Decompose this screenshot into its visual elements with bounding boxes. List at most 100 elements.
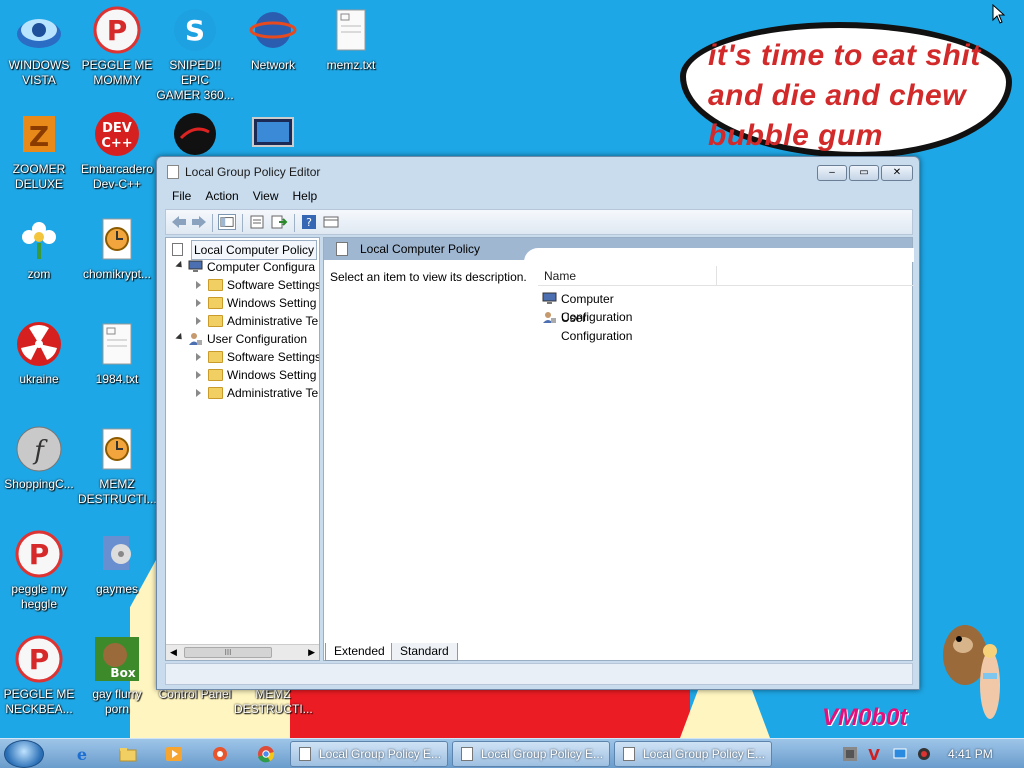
explorer-folder-icon[interactable] [118, 745, 138, 763]
desktop-icon[interactable]: P PEGGLE ME NECKBEA... [0, 635, 78, 717]
desktop-icon[interactable]: Network [234, 6, 312, 73]
devcpp-icon: DEV C++ [93, 110, 141, 158]
collapsed-arrow-icon[interactable] [196, 371, 201, 379]
clock-app-icon [93, 215, 141, 263]
tree-item[interactable]: Local Computer Policy [166, 240, 319, 260]
svg-text:V: V [868, 746, 880, 762]
desktop-icon-label: memz.txt [326, 58, 376, 72]
collapsed-arrow-icon[interactable] [196, 353, 201, 361]
menu-file[interactable]: File [165, 187, 198, 205]
window-app-icon [461, 747, 473, 761]
tree-horizontal-scrollbar[interactable]: ◀ III ▶ [166, 644, 319, 660]
tree-item[interactable]: Windows Setting [166, 366, 319, 384]
back-arrow-icon[interactable] [170, 214, 188, 230]
expanded-arrow-icon[interactable] [175, 332, 185, 343]
column-divider[interactable] [716, 266, 717, 286]
show-hide-tree-icon[interactable] [218, 214, 236, 230]
desktop-icon[interactable]: Box gay flurry porn [78, 635, 156, 717]
desktop-icon-label: peggle my heggle [11, 582, 67, 611]
scroll-thumb[interactable]: III [184, 647, 272, 658]
beaver-box-icon: Box [93, 635, 141, 683]
desktop-icon[interactable]: 1984.txt [78, 320, 156, 387]
taskbar-button-2[interactable]: Local Group Policy E... [452, 741, 610, 767]
tree-item[interactable]: Windows Setting [166, 294, 319, 312]
menu-action[interactable]: Action [198, 187, 245, 205]
flower-icon [15, 215, 63, 263]
window-app-icon [623, 747, 635, 761]
internet-explorer-icon[interactable]: e [72, 745, 92, 763]
tree-item-label: Software Settings [227, 350, 320, 364]
pane-header: Local Computer Policy [324, 238, 914, 262]
svg-text:P: P [29, 643, 50, 676]
tab-extended[interactable]: Extended [325, 643, 394, 661]
column-header[interactable]: Name [538, 266, 914, 286]
maximize-button[interactable]: ▭ [849, 165, 879, 181]
desktop-icon-label: Network [250, 58, 295, 72]
menu-help[interactable]: Help [286, 187, 325, 205]
tab-standard[interactable]: Standard [391, 643, 458, 661]
text-file-icon [93, 320, 141, 368]
desktop-icon[interactable]: P PEGGLE ME MOMMY [78, 6, 156, 88]
start-button[interactable] [4, 740, 44, 768]
desktop-icon[interactable] [234, 110, 312, 162]
desktop-icon[interactable]: chomikrypt... [78, 215, 156, 282]
collapsed-arrow-icon[interactable] [196, 389, 201, 397]
desktop-icon[interactable]: MEMZ DESTRUCTI... [78, 425, 157, 507]
taskbar-button-1[interactable]: Local Group Policy E... [290, 741, 448, 767]
column-name[interactable]: Name [544, 269, 576, 283]
expanded-arrow-icon[interactable] [175, 260, 185, 271]
desktop-icon[interactable]: WINDOWS VISTA [0, 6, 78, 88]
desktop-icon[interactable]: Ppeggle my heggle [0, 530, 78, 612]
peggle-icon: P [93, 6, 141, 54]
tree-item[interactable]: Software Settings [166, 276, 319, 294]
desktop-icon[interactable]: memz.txt [312, 6, 390, 73]
tree-item[interactable]: Administrative Te [166, 312, 319, 330]
tree-item[interactable]: User Configuration [166, 330, 319, 348]
desktop-icon-label: PEGGLE ME NECKBEA... [3, 687, 75, 716]
tree-item-label: Local Computer Policy [191, 240, 318, 260]
clock[interactable]: 4:41 PM [948, 747, 993, 761]
desktop-icon[interactable]: ukraine [0, 320, 78, 387]
desktop-icon-label: gay flurry porn [92, 687, 142, 716]
antivirus-icon[interactable]: V [866, 746, 882, 762]
tree-item[interactable]: Software Settings [166, 348, 319, 366]
radiation-icon [15, 320, 63, 368]
details-pane: Local Computer Policy Select an item to … [323, 237, 914, 661]
desktop-icon-label: ukraine [19, 372, 59, 386]
export-list-icon[interactable] [270, 214, 288, 230]
help-icon[interactable]: ? [300, 214, 318, 230]
desktop-icon[interactable] [156, 110, 234, 162]
scroll-left-arrow-icon[interactable]: ◀ [170, 647, 177, 658]
desktop-icon[interactable]: DEV C++ Embarcadero Dev-C++ [78, 110, 156, 192]
volume-icon[interactable] [916, 746, 932, 762]
desktop-icon[interactable]: S SNIPED!! EPIC GAMER 360... [156, 6, 234, 103]
title-bar[interactable]: Local Group Policy Editor – ▭ ✕ [157, 157, 919, 187]
taskbar-button-label: Local Group Policy E... [319, 747, 442, 761]
media-player-icon[interactable] [164, 745, 184, 763]
collapsed-arrow-icon[interactable] [196, 281, 201, 289]
window-app-icon [167, 165, 179, 179]
collapsed-arrow-icon[interactable] [196, 317, 201, 325]
collapsed-arrow-icon[interactable] [196, 299, 201, 307]
desktop-icon[interactable]: zom [0, 215, 78, 282]
network-tray-icon[interactable] [892, 746, 908, 762]
desktop-icon[interactable]: Z ZOOMER DELUXE [0, 110, 78, 192]
tree-item[interactable]: Administrative Te [166, 384, 319, 402]
folder-media-icon [93, 530, 141, 578]
forward-arrow-icon[interactable] [190, 214, 208, 230]
chrome-icon[interactable] [256, 745, 276, 763]
scroll-right-arrow-icon[interactable]: ▶ [308, 647, 315, 658]
desktop-icon[interactable]: gaymes [78, 530, 156, 597]
view-icon[interactable] [322, 214, 340, 230]
computer-config-icon [542, 292, 557, 304]
menu-view[interactable]: View [246, 187, 286, 205]
app-shortcut-icon[interactable] [210, 745, 230, 763]
taskbar-button-3[interactable]: Local Group Policy E... [614, 741, 772, 767]
tray-app-icon[interactable] [842, 746, 858, 762]
tree-item[interactable]: Computer Configura [166, 258, 319, 276]
close-button[interactable]: ✕ [881, 165, 913, 181]
minimize-button[interactable]: – [817, 165, 847, 181]
desktop-icon-label: gaymes [95, 582, 139, 596]
desktop-icon[interactable]: f ShoppingC... [0, 425, 78, 492]
properties-icon[interactable] [248, 214, 266, 230]
